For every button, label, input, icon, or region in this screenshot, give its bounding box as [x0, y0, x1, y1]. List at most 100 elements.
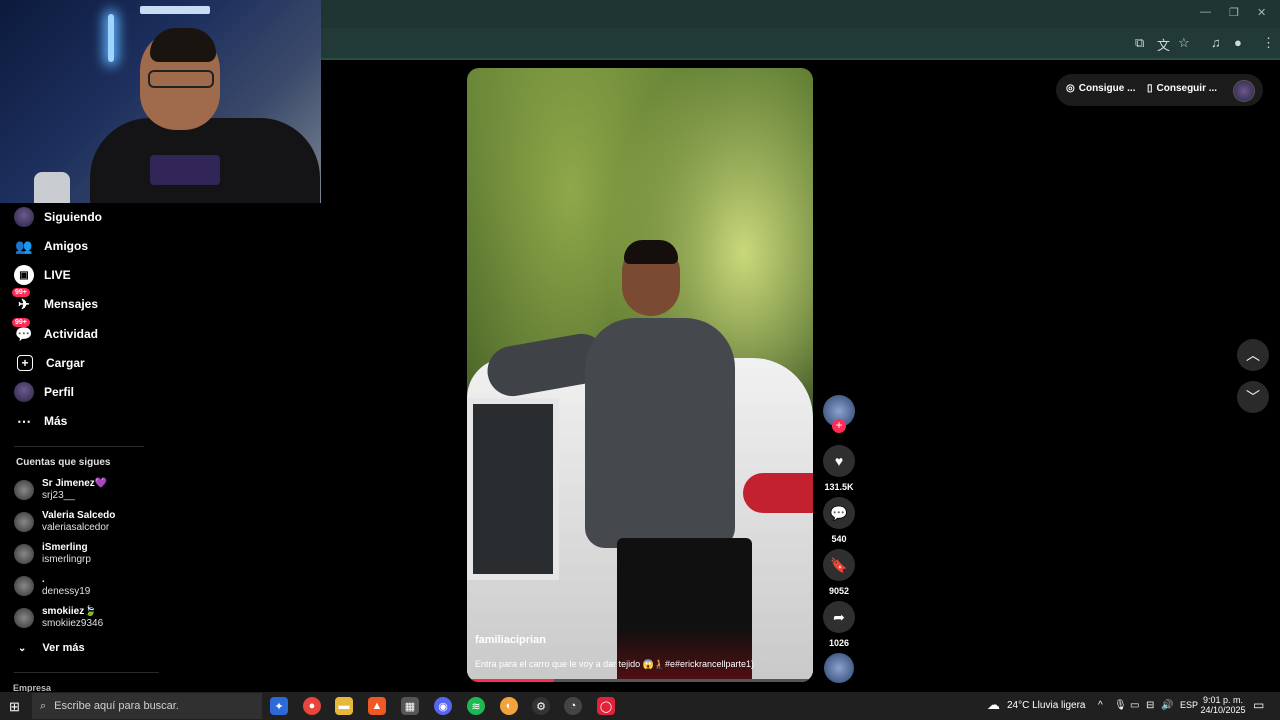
share-button[interactable]: ➦	[823, 601, 855, 633]
minimize-icon[interactable]: —	[1200, 6, 1211, 18]
nav-label: Más	[44, 414, 68, 428]
nav-upload[interactable]: + Cargar	[14, 350, 85, 376]
account-item[interactable]: . denessy19	[14, 572, 90, 600]
next-video-button[interactable]: ﹀	[1237, 381, 1269, 413]
save-count: 9052	[828, 586, 850, 596]
video-author[interactable]: familiaciprian	[475, 634, 546, 646]
nav-label: Mensajes	[44, 297, 99, 311]
account-username: denessy19	[42, 586, 91, 597]
browser-menu-icon[interactable]: ⋮	[1262, 35, 1275, 51]
nav-label: Cargar	[46, 356, 85, 370]
nav-activity[interactable]: 💬 99+ Actividad	[12, 318, 98, 347]
language-indicator[interactable]: ESP	[1180, 700, 1198, 710]
messages-icon: ✈ 99+	[12, 288, 34, 314]
spotify-icon[interactable]: ≋	[467, 697, 485, 715]
get-coins-button[interactable]: ◎ Consigue ...	[1066, 83, 1135, 94]
maximize-icon[interactable]: ❐	[1229, 6, 1239, 19]
save-button[interactable]: 🔖	[823, 549, 855, 581]
nav-label: Siguiendo	[44, 210, 102, 224]
nav-following[interactable]: Siguiendo	[14, 204, 102, 230]
following-avatar-icon	[14, 207, 34, 227]
nav-messages[interactable]: ✈ 99+ Mensajes	[12, 288, 99, 317]
account-item[interactable]: Sr Jimenez💜 srj23__	[14, 476, 107, 504]
nav-label: LIVE	[44, 268, 71, 282]
mic-icon[interactable]: 🎙	[1114, 700, 1127, 711]
brave-icon[interactable]: ▲	[368, 697, 386, 715]
avatar	[14, 608, 34, 628]
nav-friends[interactable]: 👥 Amigos	[14, 233, 88, 259]
copilot-icon[interactable]: ✦	[270, 697, 288, 715]
volume-icon[interactable]: 🔊	[1161, 700, 1173, 711]
avatar	[14, 576, 34, 596]
following-accounts-title: Cuentas que sigues	[16, 457, 111, 468]
friends-icon: 👥	[15, 237, 33, 254]
get-app-button[interactable]: ▯ Conseguir ...	[1147, 83, 1217, 94]
chrome-icon[interactable]: ●	[303, 697, 321, 715]
like-button[interactable]: ♥	[823, 445, 855, 477]
activity-icon: 💬 99+	[12, 318, 34, 344]
clock[interactable]: 9:01 p. m. 24/10/2025	[1200, 695, 1246, 715]
previous-video-button[interactable]: ︿	[1237, 339, 1269, 371]
app-icon[interactable]: ◐	[500, 697, 518, 715]
nav-label: Amigos	[44, 239, 89, 253]
video-caption: Entra para el carro que le voy a dar tej…	[475, 659, 755, 669]
video-player[interactable]: familiaciprian Entra para el carro que l…	[467, 68, 813, 682]
chevron-down-icon: ⌄	[18, 642, 27, 654]
see-more-button[interactable]: ⌄ Ver más	[18, 635, 85, 661]
account-item[interactable]: smokiiez🍃 smokiiez9346	[14, 604, 103, 632]
avatar	[14, 480, 34, 500]
account-username: srj23__	[42, 490, 75, 501]
comment-button[interactable]: 💬	[823, 497, 855, 529]
nav-live[interactable]: ▣ LIVE	[14, 262, 71, 288]
windows-start-icon[interactable]: ⊞	[9, 699, 20, 715]
account-name: Valeria Salcedo	[42, 510, 116, 521]
translate-icon[interactable]: 文	[1157, 35, 1170, 54]
get-app-label: Conseguir ...	[1156, 83, 1218, 94]
install-app-icon[interactable]: ⧉	[1135, 35, 1144, 51]
bookmark-icon: 🔖	[830, 556, 848, 573]
account-item[interactable]: Valeria Salcedo valeriasalcedor	[14, 508, 115, 536]
account-name: iSmerling	[42, 542, 88, 553]
browser-profile-icon[interactable]: ●	[1234, 35, 1242, 50]
media-control-icon[interactable]: ♫	[1211, 35, 1221, 50]
more-icon: ⋯	[17, 412, 31, 429]
weather-text[interactable]: 24°C Lluvia ligera	[1007, 700, 1086, 711]
music-disc-avatar[interactable]	[824, 653, 854, 683]
bookmark-star-icon[interactable]: ☆	[1178, 35, 1190, 51]
display-icon[interactable]: ▭	[1130, 700, 1139, 711]
close-icon[interactable]: ✕	[1257, 6, 1266, 19]
settings-icon[interactable]: ⚙	[532, 697, 550, 715]
upload-icon: +	[17, 355, 33, 371]
sidebar-divider	[14, 672, 159, 673]
messages-badge: 99+	[12, 288, 30, 297]
account-item[interactable]: iSmerling ismerlingrp	[14, 540, 91, 568]
account-username: smokiiez9346	[42, 618, 104, 629]
account-name: Sr Jimenez💜	[42, 478, 108, 489]
follow-plus-icon[interactable]: +	[832, 419, 846, 433]
search-icon: ⌕	[40, 699, 47, 712]
video-progress-fill	[467, 679, 554, 682]
taskbar-search[interactable]: ⌕ Escribe aquí para buscar.	[32, 693, 262, 719]
video-progress-bar[interactable]	[467, 679, 813, 682]
sidebar-divider	[14, 446, 144, 447]
weather-icon[interactable]: ☁	[987, 697, 1000, 713]
coin-icon: ◎	[1066, 83, 1075, 94]
network-icon[interactable]: ⊟	[1146, 700, 1154, 711]
file-explorer-icon[interactable]: ▬	[335, 697, 353, 715]
phone-icon: ▯	[1147, 83, 1153, 94]
like-count: 131.5K	[824, 482, 854, 492]
obs-icon[interactable]: ◔	[564, 697, 582, 715]
nav-more[interactable]: ⋯ Más	[14, 408, 67, 434]
activity-badge: 99+	[12, 318, 30, 327]
discord-icon[interactable]: ◉	[434, 697, 452, 715]
share-count: 1026	[828, 638, 850, 648]
app-red-icon[interactable]: ◯	[597, 697, 615, 715]
browser-titlebar	[321, 0, 1280, 28]
comment-count: 540	[831, 534, 847, 544]
user-avatar[interactable]	[1233, 80, 1255, 102]
nav-profile[interactable]: Perfil	[14, 379, 74, 405]
calculator-icon[interactable]: ▦	[401, 697, 419, 715]
tray-chevron-icon[interactable]: ^	[1098, 700, 1103, 711]
account-username: ismerlingrp	[42, 554, 91, 565]
notification-icon[interactable]: ▭	[1253, 698, 1264, 712]
